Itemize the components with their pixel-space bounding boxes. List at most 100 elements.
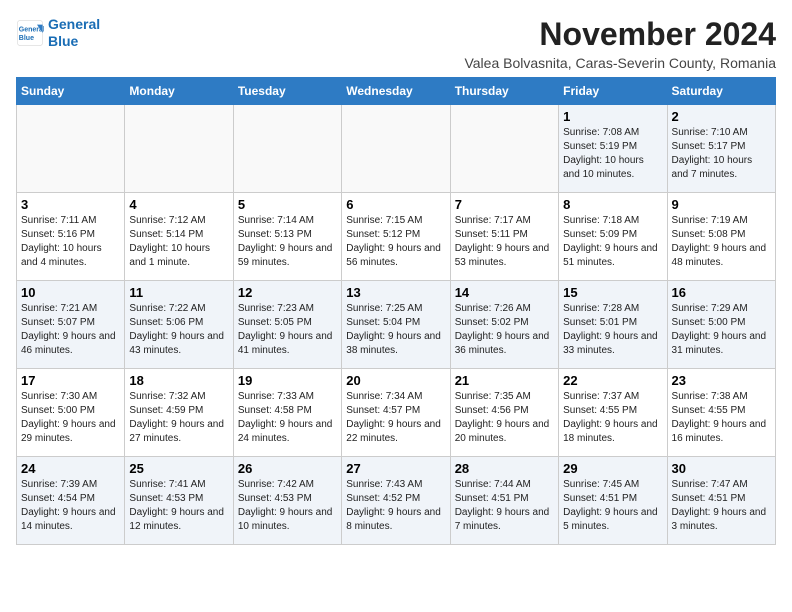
calendar-cell: 25Sunrise: 7:41 AM Sunset: 4:53 PM Dayli… [125, 457, 233, 545]
title-area: November 2024 Valea Bolvasnita, Caras-Se… [464, 16, 776, 71]
weekday-header-sunday: Sunday [17, 78, 125, 105]
month-title: November 2024 [464, 16, 776, 53]
day-number: 17 [21, 373, 120, 388]
day-info: Sunrise: 7:21 AM Sunset: 5:07 PM Dayligh… [21, 302, 120, 358]
weekday-header-friday: Friday [559, 78, 667, 105]
day-number: 14 [455, 285, 554, 300]
day-number: 27 [346, 461, 445, 476]
day-number: 25 [129, 461, 228, 476]
day-info: Sunrise: 7:28 AM Sunset: 5:01 PM Dayligh… [563, 302, 662, 358]
calendar-cell: 21 Sunrise: 7:35 AM Sunset: 4:56 PM Dayli… [450, 369, 558, 457]
day-info: Sunrise: 7:10 AM Sunset: 5:17 PM Dayligh… [672, 126, 771, 182]
day-number: 13 [346, 285, 445, 300]
location-subtitle: Valea Bolvasnita, Caras-Severin County, … [464, 55, 776, 71]
week-row-4: 17 Sunrise: 7:30 AM Sunset: 5:00 PM Dayli… [17, 369, 776, 457]
day-info: Sunrise: 7:33 AM Sunset: 4:58 PM Dayligh… [238, 390, 337, 446]
day-info: Sunrise: 7:19 AM Sunset: 5:08 PM Dayligh… [672, 214, 771, 270]
day-number: 9 [672, 197, 771, 212]
day-info: Sunrise: 7:22 AM Sunset: 5:06 PM Dayligh… [129, 302, 228, 358]
weekday-header-thursday: Thursday [450, 78, 558, 105]
calendar-cell: 13 Sunrise: 7:25 AM Sunset: 5:04 PM Dayli… [342, 281, 450, 369]
calendar-cell [450, 105, 558, 193]
calendar-cell: 7 Sunrise: 7:17 AM Sunset: 5:11 PM Daylig… [450, 193, 558, 281]
calendar-cell: 16 Sunrise: 7:29 AM Sunset: 5:00 PM Dayli… [667, 281, 775, 369]
day-number: 1 [563, 109, 662, 124]
calendar-cell: 22 Sunrise: 7:37 AM Sunset: 4:55 PM Dayli… [559, 369, 667, 457]
calendar-cell: 1 Sunrise: 7:08 AM Sunset: 5:19 PM Daylig… [559, 105, 667, 193]
calendar-cell: 15Sunrise: 7:28 AM Sunset: 5:01 PM Dayli… [559, 281, 667, 369]
day-number: 30 [672, 461, 771, 476]
calendar-cell: 2 Sunrise: 7:10 AM Sunset: 5:17 PM Daylig… [667, 105, 775, 193]
week-row-1: 1 Sunrise: 7:08 AM Sunset: 5:19 PM Daylig… [17, 105, 776, 193]
day-info: Sunrise: 7:25 AM Sunset: 5:04 PM Dayligh… [346, 302, 445, 358]
day-info: Sunrise: 7:14 AM Sunset: 5:13 PM Dayligh… [238, 214, 337, 270]
calendar-cell: 18Sunrise: 7:32 AM Sunset: 4:59 PM Dayli… [125, 369, 233, 457]
day-number: 21 [455, 373, 554, 388]
day-info: Sunrise: 7:18 AM Sunset: 5:09 PM Dayligh… [563, 214, 662, 270]
weekday-header-saturday: Saturday [667, 78, 775, 105]
logo-line1: General [48, 16, 100, 32]
calendar-cell: 17 Sunrise: 7:30 AM Sunset: 5:00 PM Dayli… [17, 369, 125, 457]
day-number: 7 [455, 197, 554, 212]
day-number: 11 [129, 285, 228, 300]
logo-icon: General Blue [16, 19, 44, 47]
calendar-cell: 10 Sunrise: 7:21 AM Sunset: 5:07 PM Dayli… [17, 281, 125, 369]
logo-text: General Blue [48, 16, 100, 50]
week-row-3: 10 Sunrise: 7:21 AM Sunset: 5:07 PM Dayli… [17, 281, 776, 369]
calendar-cell [17, 105, 125, 193]
calendar-cell: 19 Sunrise: 7:33 AM Sunset: 4:58 PM Dayli… [233, 369, 341, 457]
calendar-cell [342, 105, 450, 193]
day-info: Sunrise: 7:26 AM Sunset: 5:02 PM Dayligh… [455, 302, 554, 358]
day-info: Sunrise: 7:47 AM Sunset: 4:51 PM Dayligh… [672, 478, 771, 534]
day-info: Sunrise: 7:45 AM Sunset: 4:51 PM Dayligh… [563, 478, 662, 534]
calendar-cell: 23 Sunrise: 7:38 AM Sunset: 4:55 PM Dayli… [667, 369, 775, 457]
calendar-cell: 3 Sunrise: 7:11 AM Sunset: 5:16 PM Daylig… [17, 193, 125, 281]
day-number: 10 [21, 285, 120, 300]
day-number: 29 [563, 461, 662, 476]
day-info: Sunrise: 7:30 AM Sunset: 5:00 PM Dayligh… [21, 390, 120, 446]
day-number: 26 [238, 461, 337, 476]
calendar-cell: 12Sunrise: 7:23 AM Sunset: 5:05 PM Dayli… [233, 281, 341, 369]
calendar-cell: 5Sunrise: 7:14 AM Sunset: 5:13 PM Daylig… [233, 193, 341, 281]
day-info: Sunrise: 7:39 AM Sunset: 4:54 PM Dayligh… [21, 478, 120, 534]
calendar-cell [125, 105, 233, 193]
calendar-cell: 26 Sunrise: 7:42 AM Sunset: 4:53 PM Dayli… [233, 457, 341, 545]
logo-line2: Blue [48, 33, 78, 49]
weekday-header-tuesday: Tuesday [233, 78, 341, 105]
day-number: 16 [672, 285, 771, 300]
day-info: Sunrise: 7:38 AM Sunset: 4:55 PM Dayligh… [672, 390, 771, 446]
day-number: 2 [672, 109, 771, 124]
day-info: Sunrise: 7:34 AM Sunset: 4:57 PM Dayligh… [346, 390, 445, 446]
calendar-table: SundayMondayTuesdayWednesdayThursdayFrid… [16, 77, 776, 545]
day-info: Sunrise: 7:29 AM Sunset: 5:00 PM Dayligh… [672, 302, 771, 358]
day-info: Sunrise: 7:08 AM Sunset: 5:19 PM Dayligh… [563, 126, 662, 182]
day-info: Sunrise: 7:43 AM Sunset: 4:52 PM Dayligh… [346, 478, 445, 534]
calendar-cell: 24 Sunrise: 7:39 AM Sunset: 4:54 PM Dayli… [17, 457, 125, 545]
day-number: 3 [21, 197, 120, 212]
day-info: Sunrise: 7:11 AM Sunset: 5:16 PM Dayligh… [21, 214, 120, 270]
day-info: Sunrise: 7:42 AM Sunset: 4:53 PM Dayligh… [238, 478, 337, 534]
day-info: Sunrise: 7:15 AM Sunset: 5:12 PM Dayligh… [346, 214, 445, 270]
day-number: 8 [563, 197, 662, 212]
calendar-cell: 28Sunrise: 7:44 AM Sunset: 4:51 PM Dayli… [450, 457, 558, 545]
day-info: Sunrise: 7:44 AM Sunset: 4:51 PM Dayligh… [455, 478, 554, 534]
header: General Blue General Blue November 2024 … [16, 16, 776, 71]
calendar-cell: 4 Sunrise: 7:12 AM Sunset: 5:14 PM Daylig… [125, 193, 233, 281]
calendar-cell: 8 Sunrise: 7:18 AM Sunset: 5:09 PM Daylig… [559, 193, 667, 281]
day-number: 23 [672, 373, 771, 388]
day-number: 19 [238, 373, 337, 388]
day-info: Sunrise: 7:17 AM Sunset: 5:11 PM Dayligh… [455, 214, 554, 270]
calendar-cell: 6Sunrise: 7:15 AM Sunset: 5:12 PM Daylig… [342, 193, 450, 281]
weekday-header-row: SundayMondayTuesdayWednesdayThursdayFrid… [17, 78, 776, 105]
day-number: 22 [563, 373, 662, 388]
calendar-cell: 11 Sunrise: 7:22 AM Sunset: 5:06 PM Dayli… [125, 281, 233, 369]
day-number: 12 [238, 285, 337, 300]
day-info: Sunrise: 7:12 AM Sunset: 5:14 PM Dayligh… [129, 214, 228, 270]
svg-text:Blue: Blue [19, 35, 34, 42]
calendar-cell [233, 105, 341, 193]
day-number: 4 [129, 197, 228, 212]
day-info: Sunrise: 7:37 AM Sunset: 4:55 PM Dayligh… [563, 390, 662, 446]
day-info: Sunrise: 7:35 AM Sunset: 4:56 PM Dayligh… [455, 390, 554, 446]
day-number: 18 [129, 373, 228, 388]
day-number: 24 [21, 461, 120, 476]
